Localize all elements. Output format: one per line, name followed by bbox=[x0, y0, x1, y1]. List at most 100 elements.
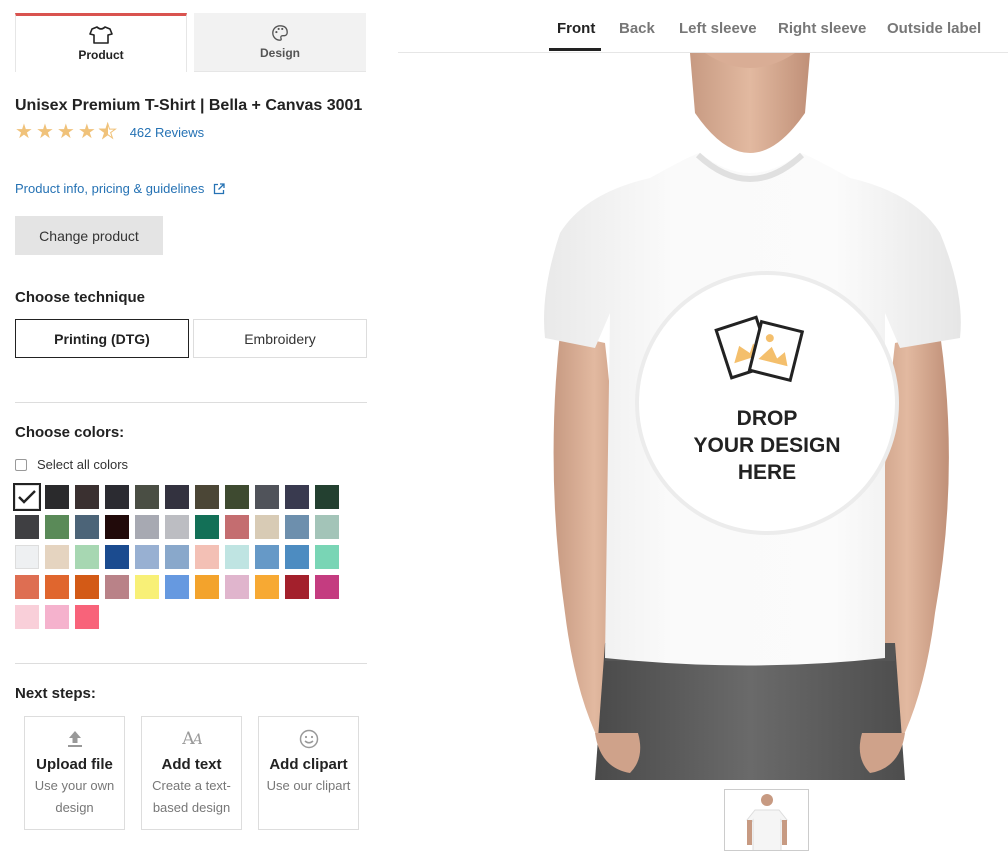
upload-file-card[interactable]: Upload file Use your own design bbox=[24, 716, 125, 830]
color-swatch[interactable] bbox=[165, 515, 189, 539]
add-clipart-title: Add clipart bbox=[269, 756, 348, 773]
color-swatch[interactable] bbox=[75, 515, 99, 539]
color-swatch[interactable] bbox=[255, 485, 279, 509]
external-link-icon bbox=[214, 182, 225, 194]
drop-zone-line3: HERE bbox=[738, 461, 796, 484]
checkmark-icon bbox=[18, 490, 36, 504]
color-swatch[interactable] bbox=[285, 515, 309, 539]
select-all-colors[interactable]: Select all colors bbox=[15, 457, 128, 472]
colors-heading: Choose colors: bbox=[15, 424, 125, 441]
color-swatch[interactable] bbox=[225, 545, 249, 569]
star-icon: ★ bbox=[35, 121, 54, 143]
tab-left-sleeve[interactable]: Left sleeve bbox=[679, 20, 757, 37]
product-info-link[interactable]: Product info, pricing & guidelines bbox=[15, 181, 225, 196]
color-swatch[interactable] bbox=[15, 575, 39, 599]
text-icon: AA bbox=[182, 729, 202, 749]
color-swatch[interactable] bbox=[315, 515, 339, 539]
add-text-card[interactable]: AA Add text Create a text-based design bbox=[141, 716, 242, 830]
view-tabs: Front Back Left sleeve Right sleeve Outs… bbox=[398, 0, 1008, 53]
tab-right-sleeve[interactable]: Right sleeve bbox=[778, 20, 866, 37]
color-swatch[interactable] bbox=[15, 605, 39, 629]
color-swatch[interactable] bbox=[75, 605, 99, 629]
technique-dtg-button[interactable]: Printing (DTG) bbox=[15, 319, 189, 358]
color-swatch[interactable] bbox=[225, 575, 249, 599]
palette-icon bbox=[272, 25, 288, 41]
reviews-link[interactable]: 462 Reviews bbox=[130, 125, 204, 140]
color-swatch[interactable] bbox=[15, 515, 39, 539]
color-swatch[interactable] bbox=[195, 545, 219, 569]
color-swatch[interactable] bbox=[285, 485, 309, 509]
color-swatch[interactable] bbox=[255, 545, 279, 569]
color-swatch[interactable] bbox=[45, 485, 69, 509]
color-swatch[interactable] bbox=[15, 545, 39, 569]
color-swatch[interactable] bbox=[225, 515, 249, 539]
tab-design[interactable]: Design bbox=[194, 13, 366, 72]
color-swatch[interactable] bbox=[285, 545, 309, 569]
color-swatch[interactable] bbox=[315, 485, 339, 509]
add-text-title: Add text bbox=[161, 756, 222, 773]
select-all-label: Select all colors bbox=[37, 457, 129, 472]
next-steps: Upload file Use your own design AA Add t… bbox=[24, 716, 375, 830]
color-swatch[interactable] bbox=[135, 575, 159, 599]
color-swatch[interactable] bbox=[105, 545, 129, 569]
color-swatch[interactable] bbox=[105, 575, 129, 599]
tab-outside-label[interactable]: Outside label bbox=[887, 20, 981, 37]
color-swatch[interactable] bbox=[13, 483, 41, 511]
tab-product-label: Product bbox=[78, 48, 124, 62]
color-swatch[interactable] bbox=[135, 515, 159, 539]
panel-tabs: Product Design bbox=[15, 13, 367, 72]
color-swatch[interactable] bbox=[195, 485, 219, 509]
tshirt-mockup: DROP YOUR DESIGN HERE bbox=[544, 53, 961, 780]
color-swatch[interactable] bbox=[135, 545, 159, 569]
tab-back[interactable]: Back bbox=[619, 20, 655, 37]
color-swatch[interactable] bbox=[315, 575, 339, 599]
left-panel: Product Design Unisex Premium T-Shirt | … bbox=[13, 13, 367, 830]
product-info-label: Product info, pricing & guidelines bbox=[15, 181, 205, 196]
change-product-button[interactable]: Change product bbox=[15, 216, 163, 255]
drop-zone-line2: YOUR DESIGN bbox=[693, 434, 840, 457]
color-swatch[interactable] bbox=[105, 485, 129, 509]
product-preview: DROP YOUR DESIGN HERE bbox=[520, 53, 980, 780]
color-swatch[interactable] bbox=[165, 485, 189, 509]
color-swatch[interactable] bbox=[165, 575, 189, 599]
tab-design-label: Design bbox=[259, 46, 300, 60]
divider bbox=[15, 402, 367, 403]
active-tab-indicator bbox=[549, 48, 601, 51]
add-text-desc: Create a text-based design bbox=[152, 778, 231, 815]
rating: ★ ★ ★ ★ ★ 462 Reviews bbox=[15, 121, 204, 143]
drop-zone-line1: DROP bbox=[737, 407, 798, 430]
upload-file-desc: Use your own design bbox=[34, 778, 115, 815]
add-clipart-desc: Use our clipart bbox=[266, 778, 351, 793]
select-all-checkbox[interactable] bbox=[15, 458, 27, 471]
product-title: Unisex Premium T-Shirt | Bella + Canvas … bbox=[15, 97, 363, 114]
star-icon: ★ bbox=[56, 121, 75, 143]
color-swatch[interactable] bbox=[225, 485, 249, 509]
technique-options: Printing (DTG) Embroidery bbox=[15, 319, 367, 358]
color-swatch[interactable] bbox=[165, 545, 189, 569]
color-swatches bbox=[13, 483, 345, 629]
color-swatch[interactable] bbox=[135, 485, 159, 509]
smiley-icon bbox=[299, 727, 319, 751]
tab-front[interactable]: Front bbox=[557, 20, 595, 37]
color-swatch[interactable] bbox=[45, 605, 69, 629]
front-thumbnail[interactable] bbox=[724, 789, 809, 851]
upload-icon bbox=[67, 727, 83, 751]
upload-file-title: Upload file bbox=[36, 756, 113, 773]
star-icon: ★ bbox=[15, 121, 33, 143]
technique-embroidery-button[interactable]: Embroidery bbox=[193, 319, 367, 358]
color-swatch[interactable] bbox=[195, 515, 219, 539]
color-swatch[interactable] bbox=[285, 575, 309, 599]
color-swatch[interactable] bbox=[315, 545, 339, 569]
color-swatch[interactable] bbox=[45, 545, 69, 569]
color-swatch[interactable] bbox=[75, 575, 99, 599]
color-swatch[interactable] bbox=[45, 515, 69, 539]
color-swatch[interactable] bbox=[75, 485, 99, 509]
color-swatch[interactable] bbox=[195, 575, 219, 599]
tab-product[interactable]: Product bbox=[15, 13, 187, 72]
color-swatch[interactable] bbox=[255, 515, 279, 539]
color-swatch[interactable] bbox=[75, 545, 99, 569]
add-clipart-card[interactable]: Add clipart Use our clipart bbox=[258, 716, 359, 830]
color-swatch[interactable] bbox=[255, 575, 279, 599]
color-swatch[interactable] bbox=[45, 575, 69, 599]
color-swatch[interactable] bbox=[105, 515, 129, 539]
